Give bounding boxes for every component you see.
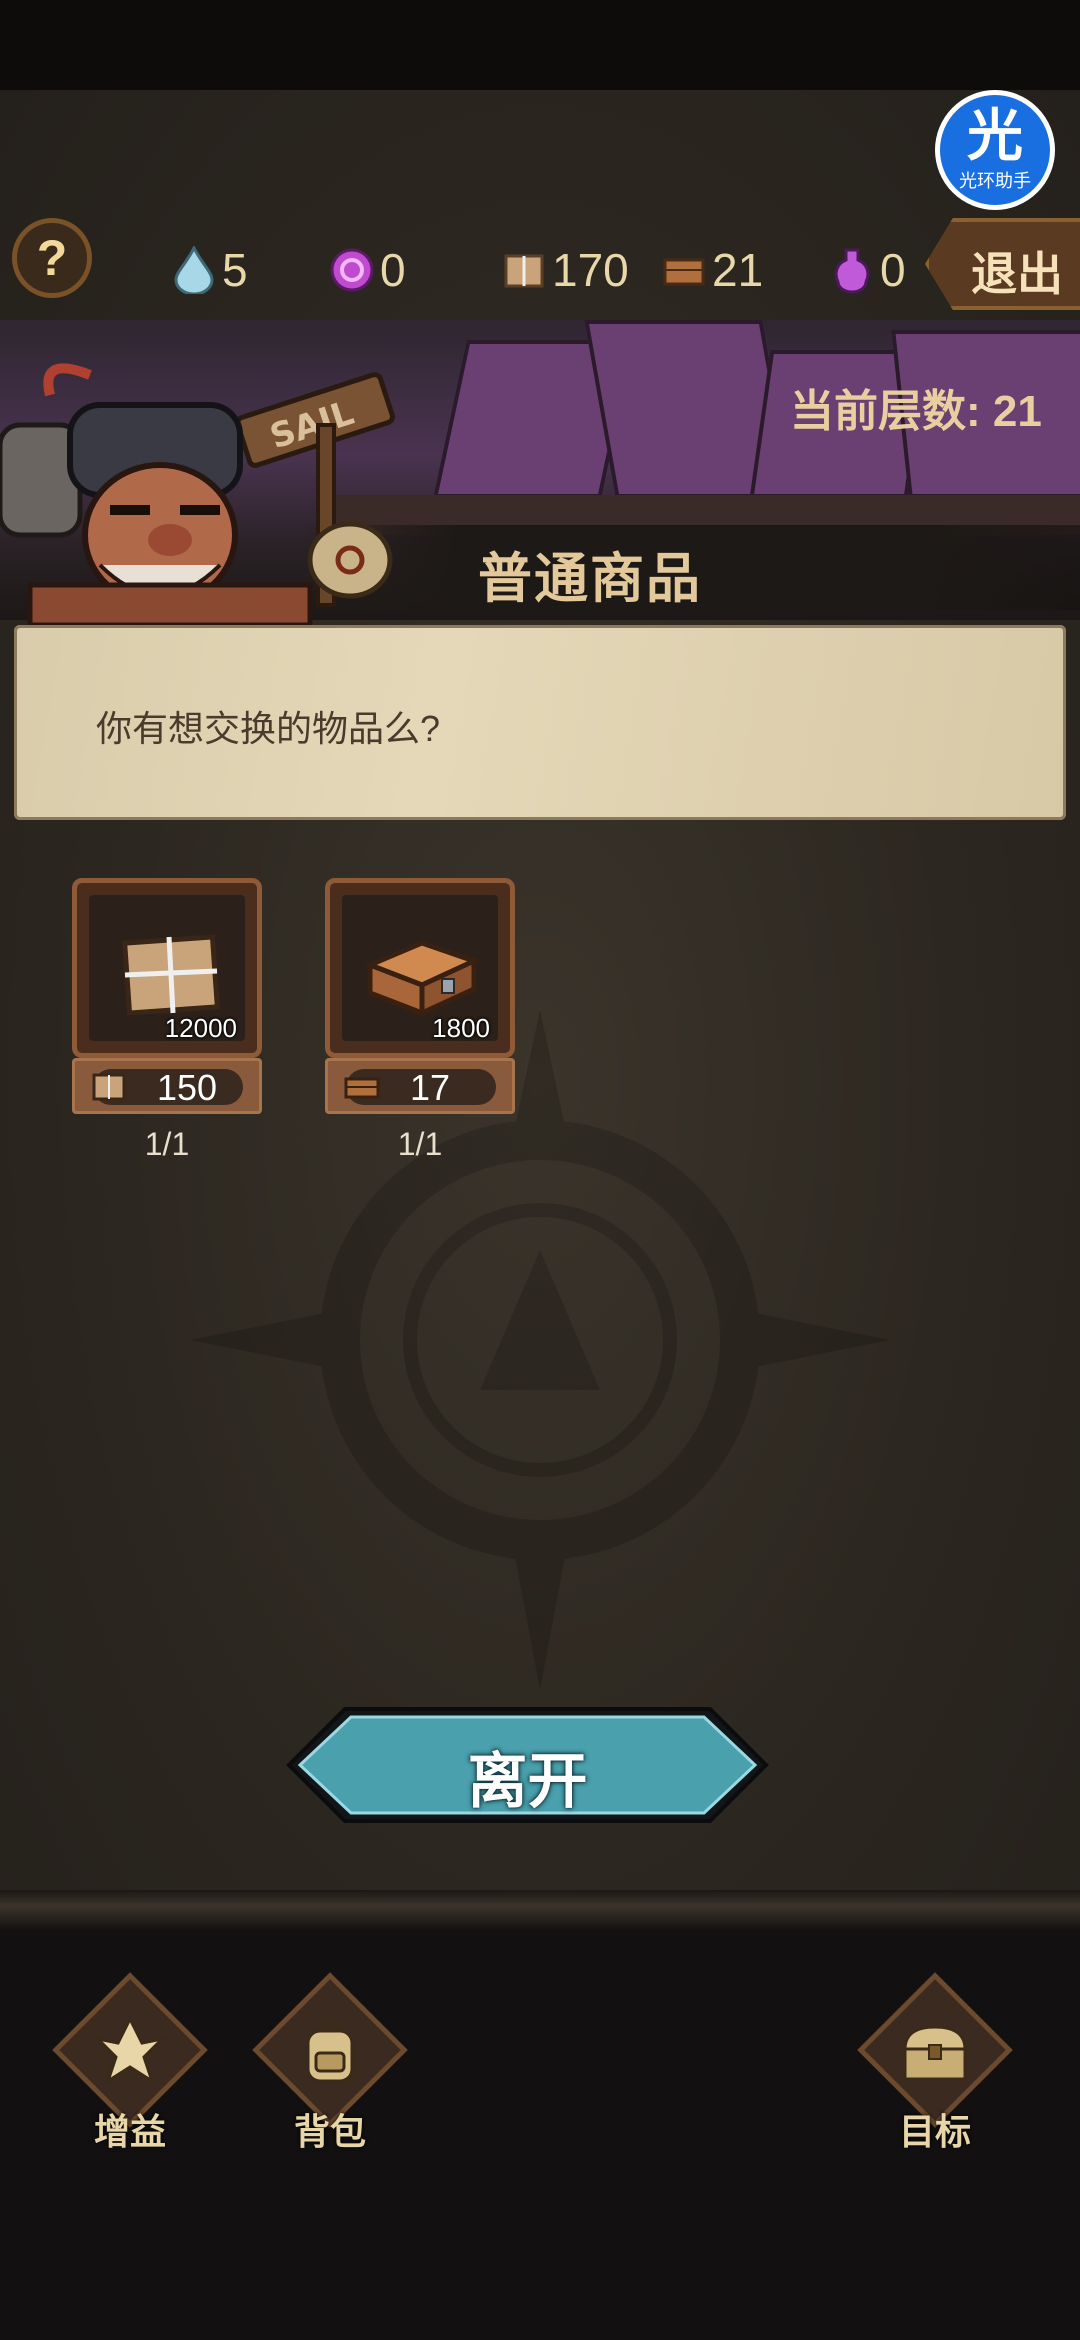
treasure-chest-icon [903,2025,967,2081]
resource-value: 0 [380,244,406,296]
purple-swirl-icon [330,248,374,292]
item-quantity: 12000 [164,1013,237,1043]
shop-item[interactable]: 12000 150 1/1 [72,878,262,1162]
purchase-limit: 1/1 [397,1126,443,1162]
resource-potion: 0 [830,240,906,300]
assistant-label: 光环助手 [959,171,1031,191]
resource-value: 0 [880,244,906,296]
wooden-crate-icon [344,1077,380,1099]
assistant-glyph: 光 [967,104,1023,167]
leave-button[interactable]: 离开 [285,1705,770,1825]
water-drop-icon [174,246,214,294]
dialog-text: 你有想交换的物品么? [96,708,441,749]
nav-buff-button[interactable]: 增益 [40,1972,220,2155]
paper-package-icon [504,254,544,288]
item-price[interactable]: 150 [72,1058,262,1114]
item-price[interactable]: 17 [325,1058,515,1114]
exit-label: 退出 [971,248,1063,300]
nav-label: 增益 [93,2111,166,2152]
wooden-crate-icon [663,258,705,286]
nav-backpack-button[interactable]: 背包 [240,1972,420,2155]
resource-water: 5 [172,240,248,300]
resource-crate: 21 [662,240,763,300]
leave-label: 离开 [467,1748,588,1815]
exit-button[interactable]: 退出 [925,218,1080,310]
nav-label: 目标 [898,2111,971,2152]
nav-label: 背包 [293,2111,366,2152]
resource-value: 5 [222,244,248,296]
status-bar [0,0,1080,90]
price-value: 17 [410,1067,451,1108]
resource-value: 170 [552,244,629,296]
item-quantity: 1800 [432,1013,490,1043]
potion-icon [834,248,870,294]
current-level: 当前层数: 21 [790,387,1042,436]
resource-swirl: 0 [330,240,406,300]
price-value: 150 [157,1067,218,1108]
help-glyph: ? [36,230,68,286]
item-frame: 12000 [72,878,262,1058]
section-title: 普通商品 [478,549,702,609]
resource-package: 170 [502,240,629,300]
item-frame: 1800 [325,878,515,1058]
background-emblem [190,1010,890,1690]
shop-item[interactable]: 1800 17 1/1 [325,878,515,1162]
buff-emblem-icon [93,2015,167,2085]
merchant-character: SAIL [0,363,395,625]
purchase-limit: 1/1 [144,1126,190,1162]
nav-goal-button[interactable]: 目标 [845,1972,1025,2155]
resource-value: 21 [712,244,764,296]
assistant-badge[interactable]: 光 光环助手 [935,90,1055,210]
help-button[interactable]: ? [12,218,92,298]
bottom-divider [0,1890,1080,1930]
merchant-dialog: 你有想交换的物品么? [14,625,1066,820]
backpack-icon [306,2022,354,2083]
paper-package-icon [92,1073,126,1101]
